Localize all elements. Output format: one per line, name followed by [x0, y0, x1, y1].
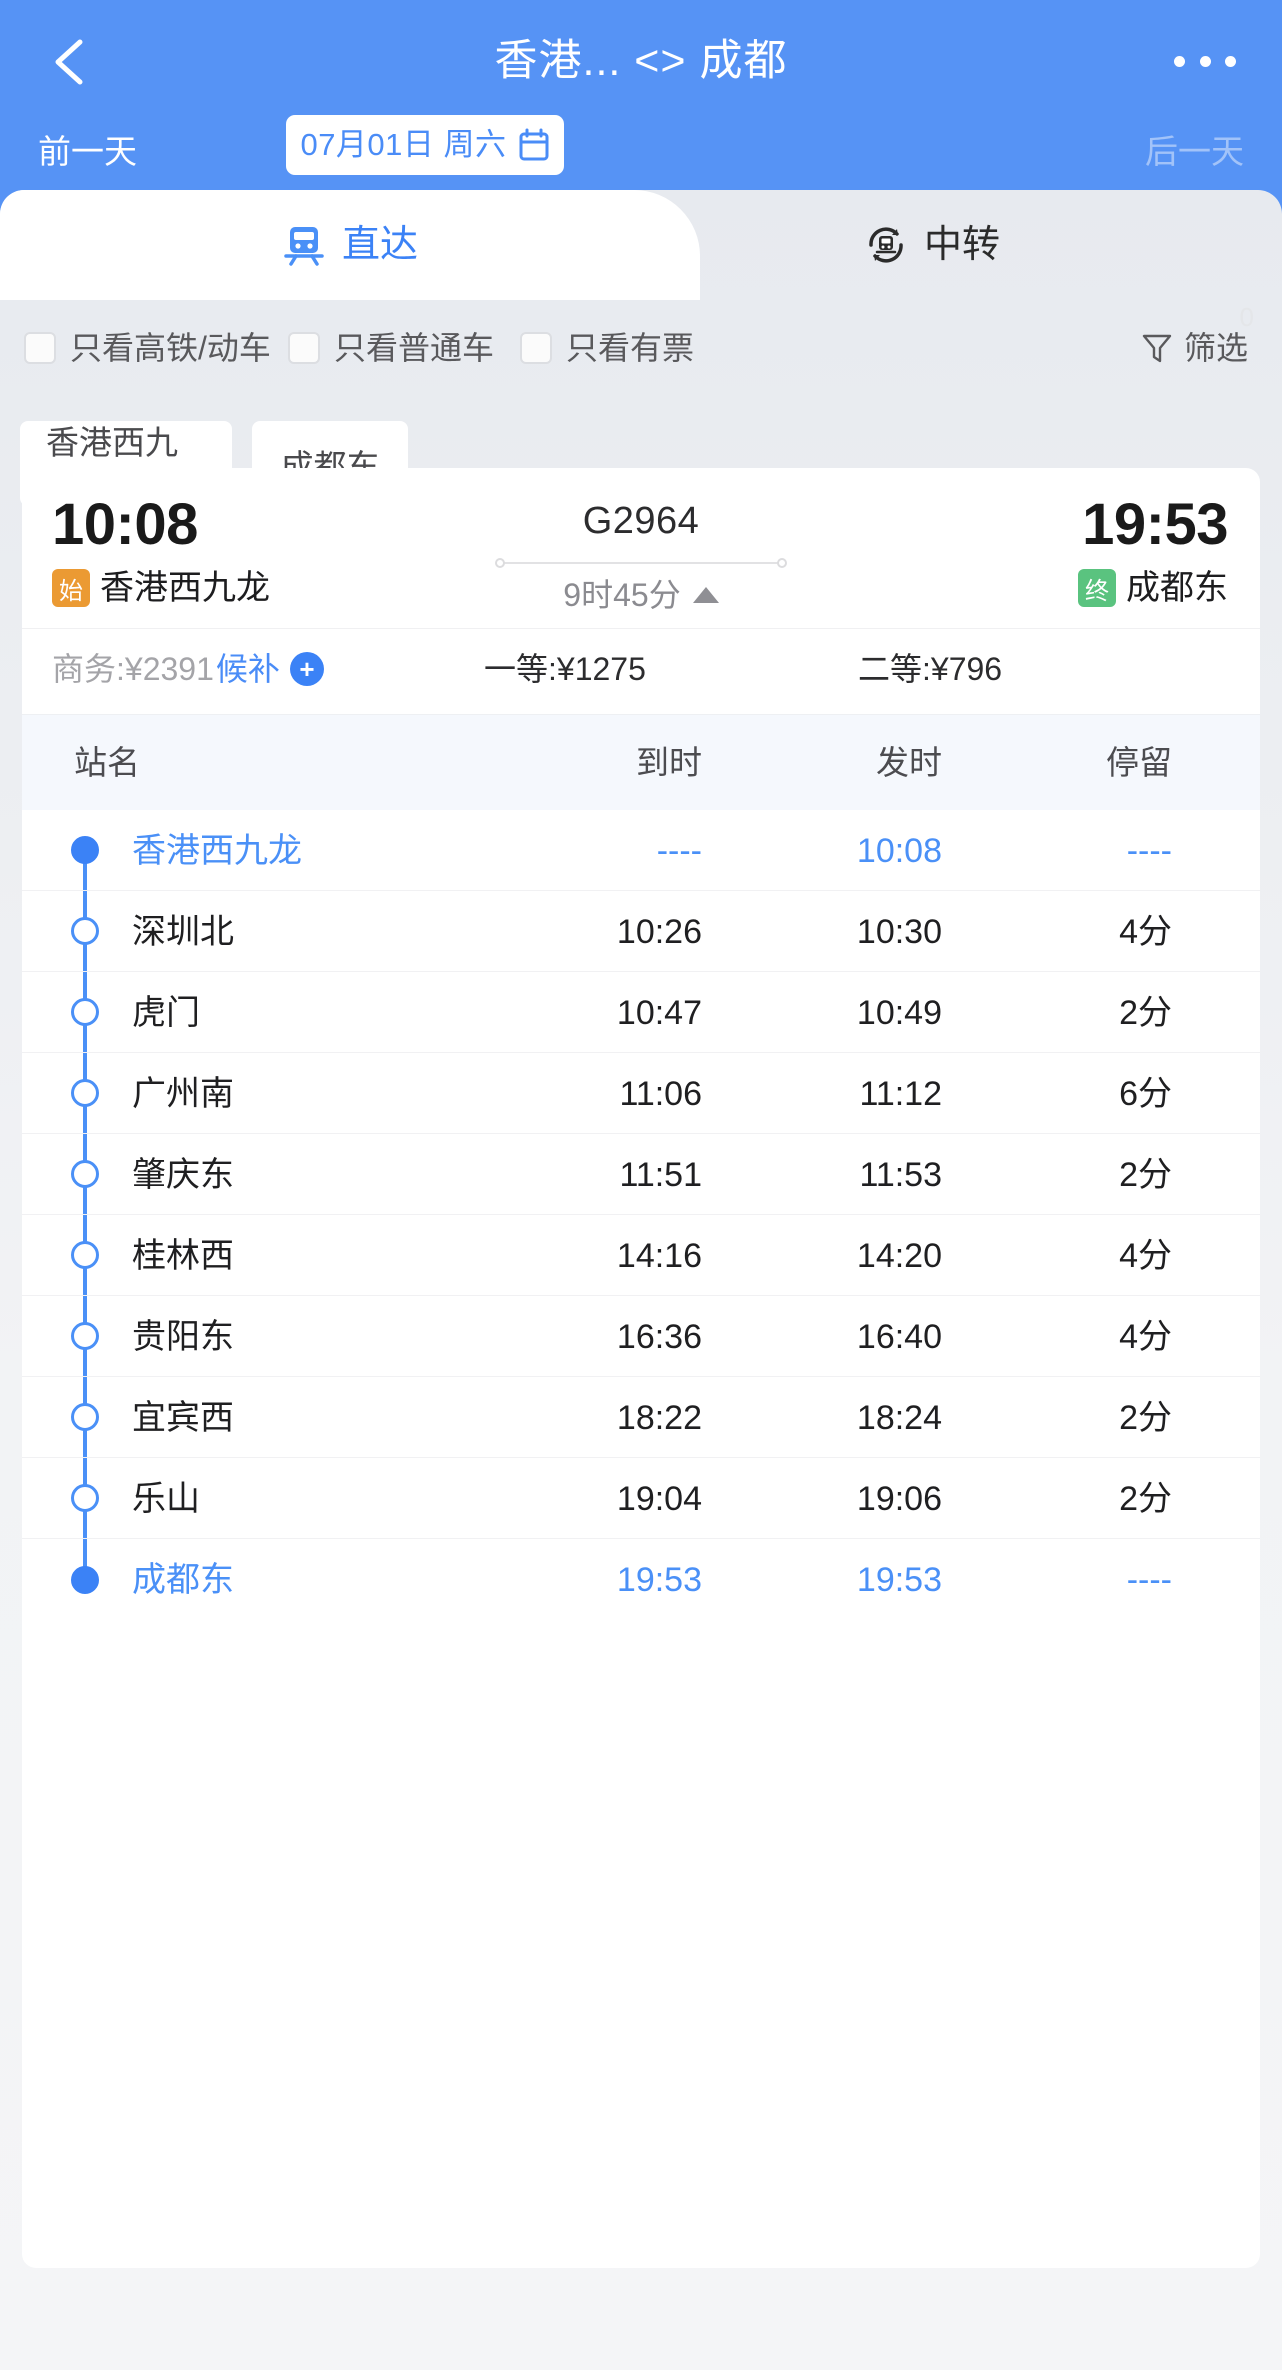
stop-node-icon	[71, 1241, 99, 1269]
caret-up-icon[interactable]	[692, 587, 719, 603]
train-middle-block: G2964 9时45分	[471, 496, 811, 616]
train-number: G2964	[582, 500, 700, 542]
stop-stay-duration: 4分	[1119, 1317, 1172, 1356]
stop-node-icon	[71, 1484, 99, 1512]
train-front-icon	[284, 227, 324, 266]
stop-stay-duration: 4分	[1119, 912, 1172, 951]
funnel-icon	[1142, 334, 1172, 363]
departure-station-line: 始 香港西九龙	[52, 566, 270, 610]
train-schedule-screen: 香港... <> 成都 前一天 07月01日 周六 后一天 直达 中转 只看高铁…	[0, 0, 1282, 2370]
price-amount: ¥2391	[124, 651, 214, 687]
filter-bar: 只看高铁/动车 只看普通车 只看有票 筛选 0	[0, 300, 1282, 405]
checkbox-box[interactable]	[24, 332, 56, 364]
price-amount: ¥796	[930, 651, 1003, 687]
stop-stay-duration: ----	[1126, 1560, 1172, 1599]
price-class-label: 商务:	[52, 651, 125, 687]
stop-stay-duration: 4分	[1119, 1236, 1172, 1275]
stop-node-icon	[71, 998, 99, 1026]
stops-list: 香港西九龙 ---- 10:08 ---- 深圳北 10:26 10:30 4分 虎门 10:47…	[22, 810, 1260, 1648]
stop-stay-duration: 2分	[1119, 1155, 1172, 1194]
stop-node-icon	[71, 1565, 99, 1594]
price-class-label: 一等:	[484, 651, 557, 687]
date-picker-button[interactable]: 07月01日 周六	[286, 115, 564, 175]
departure-station-name: 香港西九龙	[100, 569, 270, 607]
table-row: 肇庆东 11:51 11:53 2分	[22, 1134, 1260, 1215]
tab-transfer-label: 中转	[923, 224, 1000, 266]
next-day-button[interactable]: 后一天	[1135, 124, 1254, 180]
stop-node-icon	[71, 1160, 99, 1188]
stop-node-icon	[71, 836, 99, 864]
price-status-label: 候补	[215, 651, 280, 687]
filter-checkbox-highspeed[interactable]: 只看高铁/动车	[24, 326, 271, 370]
origin-badge: 始	[52, 569, 90, 607]
tab-bar: 直达 中转	[0, 190, 1282, 300]
filter-label: 只看普通车	[334, 330, 495, 366]
plus-icon[interactable]: +	[289, 652, 324, 686]
departure-block: 10:08 始 香港西九龙	[52, 492, 270, 610]
table-row: 乐山 19:04 19:06 2分	[22, 1458, 1260, 1539]
terminus-badge: 终	[1078, 569, 1116, 607]
filter-label: 只看有票	[566, 330, 695, 366]
duration-block[interactable]: 9时45分	[471, 574, 811, 616]
page-title: 香港... <> 成都	[494, 37, 788, 85]
tab-direct-label: 直达	[341, 224, 418, 266]
filter-checkbox-available[interactable]: 只看有票	[520, 326, 694, 370]
arrival-station-name: 成都东	[1126, 569, 1228, 607]
table-row: 贵阳东 16:36 16:40 4分	[22, 1296, 1260, 1377]
stop-node-icon	[71, 917, 99, 945]
stop-stay-duration: 6分	[1119, 1074, 1172, 1113]
arrival-block: 19:53 终 成都东	[1078, 492, 1228, 610]
table-row: 成都东 19:53 19:53 ----	[22, 1539, 1260, 1620]
duration-label: 9时45分	[563, 577, 681, 613]
stop-stay-duration: 2分	[1119, 1398, 1172, 1437]
more-horizontal-icon[interactable]	[1174, 44, 1236, 78]
price-first-class[interactable]: 一等: ¥1275	[484, 645, 646, 693]
train-card[interactable]: 10:08 始 香港西九龙 G2964 9时45分 19:53 终 成都东 商务…	[22, 468, 1260, 2268]
filter-button-label: 筛选	[1183, 330, 1248, 366]
train-summary: 10:08 始 香港西九龙 G2964 9时45分 19:53 终 成都东	[22, 468, 1260, 628]
price-second-class[interactable]: 二等: ¥796	[858, 645, 1002, 693]
stop-stay-duration: 2分	[1119, 1479, 1172, 1518]
table-row: 深圳北 10:26 10:30 4分	[22, 891, 1260, 972]
nav-bar: 香港... <> 成都	[0, 0, 1282, 125]
arrival-station-line: 终 成都东	[1078, 566, 1228, 610]
date-selector-bar: 前一天 07月01日 周六 后一天	[0, 108, 1282, 193]
filter-button[interactable]: 筛选 0	[1142, 302, 1254, 370]
column-header-stay: 停留	[1106, 744, 1172, 781]
stop-node-icon	[71, 1403, 99, 1431]
filter-label: 只看高铁/动车	[70, 330, 271, 366]
filter-count-badge: 0	[1239, 302, 1254, 332]
content-sheet: 直达 中转 只看高铁/动车 只看普通车 只看有票 筛选 0 香港西九 成都东 1…	[0, 190, 1282, 2370]
departure-time: 10:08	[52, 492, 198, 557]
table-row: 虎门 10:47 10:49 2分	[22, 972, 1260, 1053]
table-row: 广州南 11:06 11:12 6分	[22, 1053, 1260, 1134]
stop-stay-duration: 2分	[1119, 993, 1172, 1032]
checkbox-box[interactable]	[520, 332, 552, 364]
stops-table-header: 站名 到时 发时 停留	[22, 714, 1260, 810]
selected-date-label: 07月01日 周六	[300, 127, 507, 162]
arrival-time: 19:53	[1082, 492, 1228, 557]
table-row: 香港西九龙 ---- 10:08 ----	[22, 810, 1260, 891]
stop-node-icon	[71, 1079, 99, 1107]
price-class-label: 二等:	[858, 651, 931, 687]
calendar-icon	[519, 128, 549, 161]
price-business[interactable]: 商务: ¥2391 候补 +	[52, 645, 324, 693]
prev-day-button[interactable]: 前一天	[28, 124, 147, 180]
route-line-graphic	[495, 556, 787, 570]
tab-transfer[interactable]: 中转	[582, 190, 1282, 300]
table-row: 桂林西 14:16 14:20 4分	[22, 1215, 1260, 1296]
price-row: 商务: ¥2391 候补 + 一等: ¥1275 二等: ¥796	[22, 628, 1260, 714]
stop-stay-duration: ----	[1126, 831, 1172, 870]
table-row: 宜宾西 18:22 18:24 2分	[22, 1377, 1260, 1458]
filter-checkbox-normal[interactable]: 只看普通车	[288, 326, 494, 370]
checkbox-box[interactable]	[288, 332, 320, 364]
price-amount: ¥1275	[556, 651, 646, 687]
stop-node-icon	[71, 1322, 99, 1350]
train-transfer-icon	[869, 227, 903, 263]
